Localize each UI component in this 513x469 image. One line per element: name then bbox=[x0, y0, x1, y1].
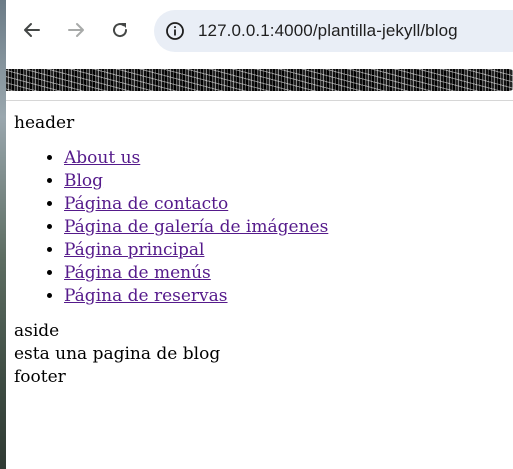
arrow-right-icon bbox=[68, 23, 84, 37]
nav-link-galeria[interactable]: Página de galería de imágenes bbox=[64, 217, 328, 237]
nav-link-reservas[interactable]: Página de reservas bbox=[64, 286, 228, 306]
list-item: Página de contacto bbox=[64, 193, 513, 216]
nav-link-contacto[interactable]: Página de contacto bbox=[64, 194, 228, 214]
forward-button[interactable] bbox=[60, 14, 92, 46]
redacted-bookmarks bbox=[6, 69, 513, 91]
nav-link-menus[interactable]: Página de menús bbox=[64, 263, 211, 283]
nav-list: About us Blog Página de contacto Página … bbox=[14, 147, 513, 308]
nav-link-principal[interactable]: Página principal bbox=[64, 240, 204, 260]
reload-button[interactable] bbox=[104, 14, 136, 46]
page-aside: aside bbox=[14, 321, 60, 341]
list-item: Página de galería de imágenes bbox=[64, 216, 513, 239]
url-text[interactable]: 127.0.0.1:4000/plantilla-jekyll/blog bbox=[198, 21, 458, 41]
page-content: header About us Blog Página de contacto … bbox=[14, 112, 513, 389]
page-main-text: esta una pagina de blog bbox=[14, 344, 221, 364]
back-button[interactable] bbox=[16, 14, 48, 46]
page-footer: footer bbox=[14, 367, 66, 387]
nav-link-blog[interactable]: Blog bbox=[64, 171, 103, 191]
list-item: About us bbox=[64, 147, 513, 170]
page-header: header bbox=[14, 113, 75, 133]
list-item: Página de menús bbox=[64, 262, 513, 285]
info-icon bbox=[166, 22, 184, 40]
browser-window: 127.0.0.1:4000/plantilla-jekyll/blog hea… bbox=[6, 0, 513, 469]
address-bar[interactable]: 127.0.0.1:4000/plantilla-jekyll/blog bbox=[154, 10, 513, 52]
site-info-button[interactable] bbox=[162, 18, 188, 44]
arrow-left-icon bbox=[24, 23, 40, 37]
list-item: Página de reservas bbox=[64, 285, 513, 308]
browser-toolbar: 127.0.0.1:4000/plantilla-jekyll/blog bbox=[6, 0, 513, 62]
list-item: Página principal bbox=[64, 239, 513, 262]
list-item: Blog bbox=[64, 170, 513, 193]
bookmarks-bar bbox=[6, 62, 513, 101]
nav-link-about-us[interactable]: About us bbox=[64, 148, 140, 168]
reload-icon bbox=[113, 23, 128, 38]
